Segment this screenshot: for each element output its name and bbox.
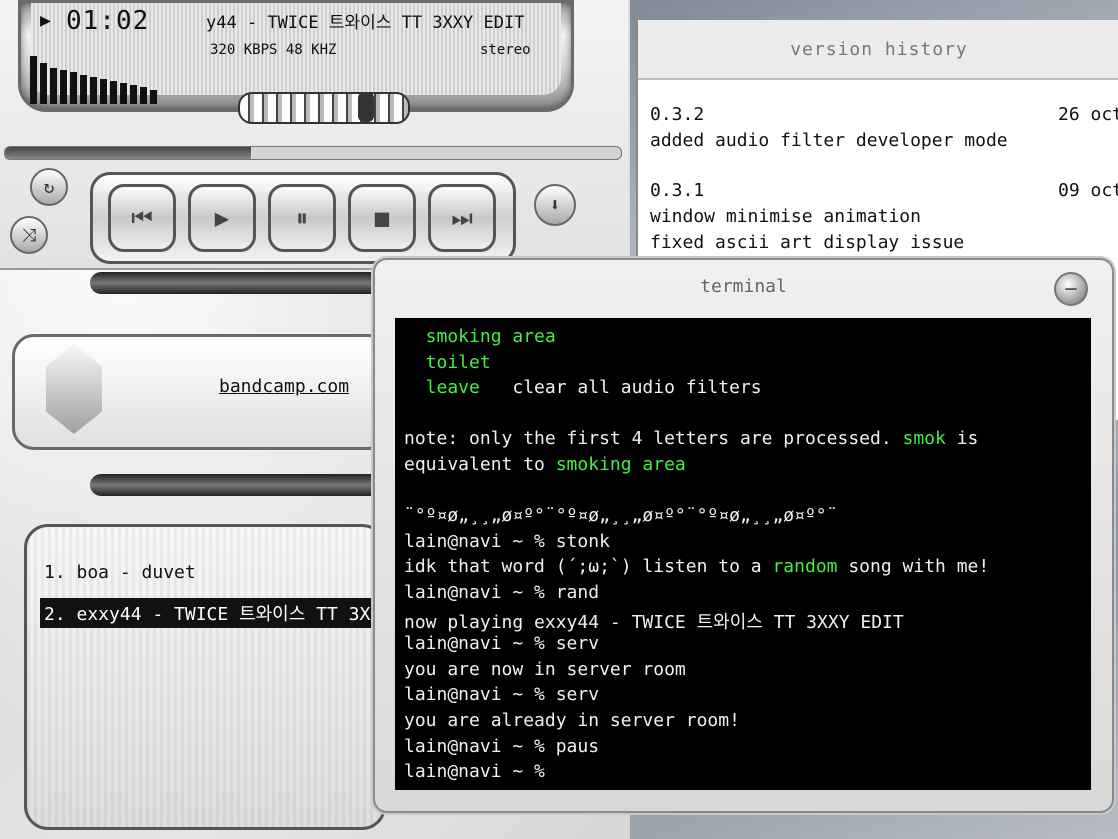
- terminal-line: smoking area: [404, 326, 556, 347]
- terminal-text: is: [945, 428, 979, 450]
- visualizer-bar: [70, 72, 77, 104]
- visualizer-bar: [50, 68, 57, 104]
- terminal-highlight: smoking area: [404, 326, 556, 347]
- terminal-highlight: smoking area: [555, 454, 686, 475]
- stop-button[interactable]: ■: [348, 184, 416, 252]
- terminal-minimize-button[interactable]: −: [1054, 272, 1088, 306]
- play-icon: ▶: [214, 204, 230, 232]
- stop-icon: ■: [374, 204, 390, 232]
- visualizer-bar: [90, 77, 97, 104]
- visualizer-bar: [60, 70, 67, 104]
- elapsed-time: 01:02: [66, 6, 150, 36]
- terminal-text: lain@navi ~ % serv: [404, 684, 600, 706]
- visualizer-bar: [40, 63, 47, 104]
- seek-bar[interactable]: [4, 146, 622, 160]
- terminal-text: equivalent to: [404, 454, 556, 475]
- terminal-line: you are already in server room!: [404, 710, 740, 731]
- seek-progress: [5, 147, 252, 159]
- visualizer-bar: [80, 75, 87, 104]
- terminal-highlight: toilet: [404, 351, 491, 373]
- terminal-line: lain@navi ~ % stonk: [404, 531, 610, 552]
- terminal-line: lain@navi ~ % serv: [404, 684, 599, 705]
- play-indicator-icon: ▶: [40, 10, 51, 31]
- visualizer-bar: [120, 83, 127, 104]
- terminal-line: now playing exxy44 - TWICE 트와이스 TT 3XXY …: [404, 608, 904, 634]
- terminal-line: lain@navi ~ % serv: [404, 633, 599, 654]
- version-note: added audio filter developer mode: [650, 130, 1008, 151]
- pause-button[interactable]: ⏸: [268, 184, 336, 252]
- download-button[interactable]: ⬇: [534, 184, 576, 226]
- terminal-line: ¨°º¤ø„¸¸„ø¤º°¨°º¤ø„¸¸„ø¤º°¨°º¤ø„¸¸„ø¤º°¨: [404, 505, 837, 526]
- terminal-text: song with me!: [837, 556, 990, 578]
- terminal-title[interactable]: terminal: [375, 276, 1112, 297]
- next-button[interactable]: ⏭: [428, 184, 496, 252]
- music-player: ▶ 01:02 y44 - TWICE 트와이스 TT 3XXY EDIT 32…: [0, 0, 628, 270]
- play-button[interactable]: ▶: [188, 184, 256, 252]
- previous-icon: ⏮: [131, 204, 153, 232]
- terminal-window: terminal − smoking area toilet leave cle…: [373, 258, 1114, 813]
- visualizer-bar: [140, 87, 147, 104]
- now-playing-title: y44 - TWICE 트와이스 TT 3XXY EDIT: [206, 13, 525, 33]
- version-date: 26 oct: [1058, 104, 1118, 125]
- playlist-item-active[interactable]: 2. exxy44 - TWICE 트와이스 TT 3XXY EDIT: [40, 598, 378, 628]
- terminal-text: idk that word (´;ω;`) listen to a: [404, 556, 773, 578]
- terminal-text: lain@navi ~ % rand: [404, 582, 600, 603]
- volume-slider[interactable]: [238, 92, 410, 124]
- visualizer-bar: [30, 56, 37, 104]
- shuffle-icon: ⤨: [21, 224, 37, 246]
- decorative-rail: [90, 474, 390, 496]
- terminal-text: note: only the first 4 letters are proce…: [404, 428, 903, 450]
- channels-label: stereo: [480, 42, 531, 58]
- terminal-text: lain@navi ~ % stonk: [404, 530, 610, 552]
- terminal-text: ¨°º¤ø„¸¸„ø¤º°¨°º¤ø„¸¸„ø¤º°¨°º¤ø„¸¸„ø¤º°¨: [404, 505, 838, 527]
- visualizer-bar: [110, 81, 117, 104]
- terminal-text: clear all audio filters: [479, 377, 762, 399]
- terminal-line: idk that word (´;ω;`) listen to a random…: [404, 556, 989, 577]
- bandcamp-link[interactable]: bandcamp.com: [219, 376, 349, 397]
- terminal-line: note: only the first 4 letters are proce…: [404, 428, 978, 449]
- terminal-line: you are now in server room: [404, 659, 686, 680]
- terminal-output[interactable]: smoking area toilet leave clear all audi…: [395, 318, 1091, 790]
- terminal-text: you are now in server room: [404, 658, 686, 680]
- terminal-line: lain@navi ~ % rand: [404, 582, 599, 603]
- version-history-title: version history: [790, 38, 968, 60]
- repeat-icon: ↻: [43, 176, 55, 198]
- visualizer-bar: [150, 90, 157, 104]
- terminal-line: toilet: [404, 352, 491, 373]
- repeat-button[interactable]: ↻: [30, 168, 68, 206]
- terminal-highlight: leave: [404, 377, 480, 399]
- next-icon: ⏭: [451, 204, 473, 232]
- terminal-line: lain@navi ~ % paus: [404, 736, 599, 757]
- terminal-highlight: smok: [902, 428, 946, 450]
- download-icon: ⬇: [549, 194, 561, 216]
- terminal-text: now playing exxy44 - TWICE 트와이스 TT 3XXY …: [404, 611, 904, 633]
- minimize-icon: −: [1064, 276, 1078, 302]
- version-number: 0.3.2: [650, 104, 705, 125]
- playlist-item[interactable]: 1. boa - duvet: [44, 562, 196, 583]
- previous-button[interactable]: ⏮: [108, 184, 176, 252]
- visualizer-bar: [130, 85, 137, 104]
- version-history-titlebar[interactable]: version history: [638, 20, 1118, 80]
- terminal-text: you are already in server room!: [404, 710, 740, 731]
- terminal-line: lain@navi ~ %: [404, 761, 545, 782]
- bitrate-label: 320 KBPS 48 KHZ: [210, 42, 337, 58]
- pause-icon: ⏸: [296, 204, 308, 232]
- terminal-text: lain@navi ~ % paus: [404, 735, 600, 757]
- terminal-text: lain@navi ~ %: [404, 761, 545, 783]
- spectrum-visualizer: [30, 54, 190, 104]
- terminal-line: leave clear all audio filters: [404, 377, 762, 398]
- terminal-highlight: random: [772, 556, 838, 578]
- visualizer-bar: [100, 79, 107, 104]
- version-note: fixed ascii art display issue: [650, 232, 965, 253]
- terminal-text: lain@navi ~ % serv: [404, 633, 600, 655]
- version-date: 09 oct: [1058, 180, 1118, 201]
- shuffle-button[interactable]: ⤨: [10, 216, 48, 254]
- decorative-rail: [90, 272, 390, 294]
- terminal-line: equivalent to smoking area: [404, 454, 686, 475]
- volume-handle[interactable]: [358, 92, 374, 122]
- version-note: window minimise animation: [650, 206, 921, 227]
- version-number: 0.3.1: [650, 180, 705, 201]
